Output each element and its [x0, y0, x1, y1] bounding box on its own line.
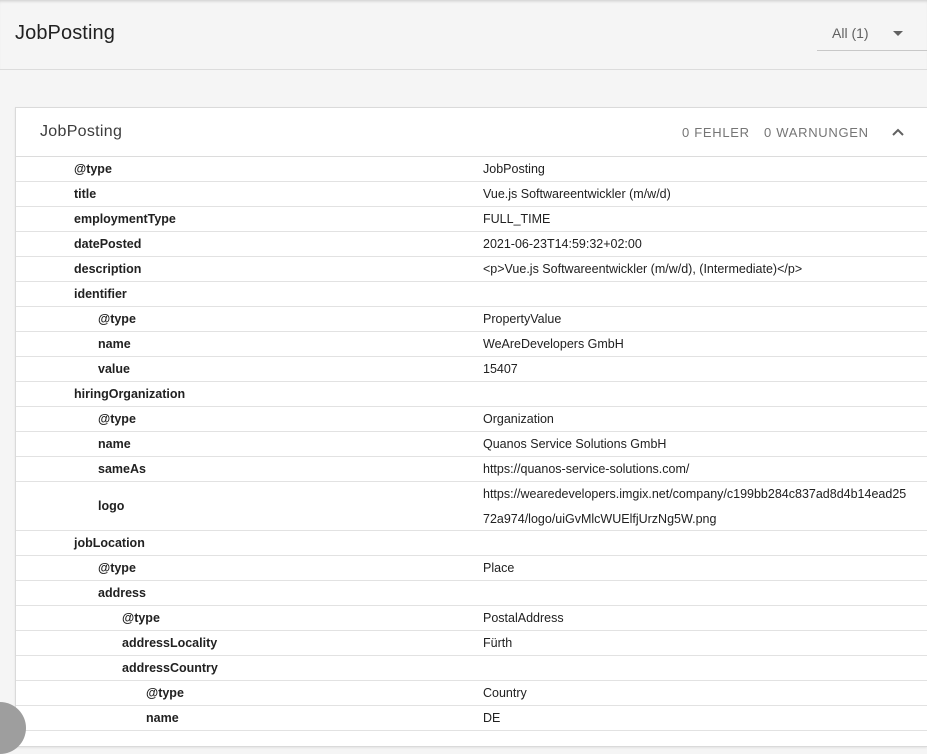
property-value: PostalAddress — [483, 611, 564, 625]
property-key: name — [98, 337, 131, 351]
property-row: @type PostalAddress — [16, 606, 927, 631]
property-row: @type JobPosting — [16, 157, 927, 182]
property-key: address — [98, 586, 146, 600]
top-bar: JobPosting All (1) — [0, 0, 927, 70]
property-value: <p>Vue.js Softwareentwickler (m/w/d), (I… — [483, 262, 803, 276]
property-row: addressCountry — [16, 656, 927, 681]
property-value: DE — [483, 711, 501, 725]
property-key: addressLocality — [122, 636, 218, 650]
property-row: hiringOrganization — [16, 382, 927, 407]
property-row: description <p>Vue.js Softwareentwickler … — [16, 257, 927, 282]
property-key: description — [74, 262, 142, 276]
property-key: value — [98, 362, 130, 376]
property-key: datePosted — [74, 237, 142, 251]
property-key: @type — [146, 686, 184, 700]
property-key: @type — [74, 162, 112, 176]
property-row: name Quanos Service Solutions GmbH — [16, 432, 927, 457]
property-key: addressCountry — [122, 661, 218, 675]
property-value: Organization — [483, 412, 554, 426]
property-key: jobLocation — [74, 536, 145, 550]
card-title: JobPosting — [40, 123, 123, 140]
property-row: name WeAreDevelopers GmbH — [16, 332, 927, 357]
property-row: logo https://wearedevelopers.imgix.net/co… — [16, 482, 927, 531]
property-row: datePosted 2021-06-23T14:59:32+02:00 — [16, 232, 927, 257]
property-row: title Vue.js Softwareentwickler (m/w/d) — [16, 182, 927, 207]
property-row: identifier — [16, 282, 927, 307]
property-value: 15407 — [483, 362, 518, 376]
property-row: addressLocality Fürth — [16, 631, 927, 656]
page-title: JobPosting — [15, 22, 115, 44]
property-value: 2021-06-23T14:59:32+02:00 — [483, 237, 642, 251]
property-value: WeAreDevelopers GmbH — [483, 337, 624, 351]
property-table: @type JobPosting title Vue.js Softwareentwi… — [16, 157, 927, 731]
property-value: Vue.js Softwareentwickler (m/w/d) — [483, 187, 671, 201]
property-key: @type — [98, 412, 136, 426]
collapse-button[interactable] — [888, 122, 908, 142]
property-key: employmentType — [74, 212, 176, 226]
property-value: Fürth — [483, 636, 513, 650]
card-header[interactable]: JobPosting 0 FEHLER 0 WARNUNGEN — [16, 108, 927, 157]
caret-down-icon — [893, 31, 903, 36]
property-value: Quanos Service Solutions GmbH — [483, 437, 667, 451]
property-key: @type — [122, 611, 160, 625]
property-row: address — [16, 581, 927, 606]
property-row: @type PropertyValue — [16, 307, 927, 332]
chevron-up-icon — [892, 128, 904, 136]
property-key: title — [74, 187, 97, 201]
property-value: Place — [483, 561, 515, 575]
property-row: jobLocation — [16, 531, 927, 556]
property-key: sameAs — [98, 462, 146, 476]
property-key: name — [98, 437, 131, 451]
property-value: PropertyValue — [483, 312, 562, 326]
property-row: name DE — [16, 706, 927, 731]
filter-selected-value: All (1) — [832, 25, 869, 41]
property-row: @type Organization — [16, 407, 927, 432]
property-value: JobPosting — [483, 162, 545, 176]
property-key: name — [146, 711, 179, 725]
property-row: @type Place — [16, 556, 927, 581]
property-row: @type Country — [16, 681, 927, 706]
property-row: employmentType FULL_TIME — [16, 207, 927, 232]
property-value: https://wearedevelopers.imgix.net/compan… — [483, 487, 907, 526]
result-card: JobPosting 0 FEHLER 0 WARNUNGEN @type Job… — [15, 107, 927, 747]
result-filter-dropdown[interactable]: All (1) — [817, 14, 927, 51]
warning-count: 0 WARNUNGEN — [764, 125, 869, 140]
property-row: value 15407 — [16, 357, 927, 382]
error-count: 0 FEHLER — [682, 125, 750, 140]
property-key: hiringOrganization — [74, 387, 186, 401]
property-key: logo — [98, 499, 125, 513]
property-value: FULL_TIME — [483, 212, 551, 226]
property-value: Country — [483, 686, 527, 700]
property-key: identifier — [74, 287, 127, 301]
property-row: sameAs https://quanos-service-solutions.c… — [16, 457, 927, 482]
property-key: @type — [98, 312, 136, 326]
property-key: @type — [98, 561, 136, 575]
property-value: https://quanos-service-solutions.com/ — [483, 462, 690, 476]
